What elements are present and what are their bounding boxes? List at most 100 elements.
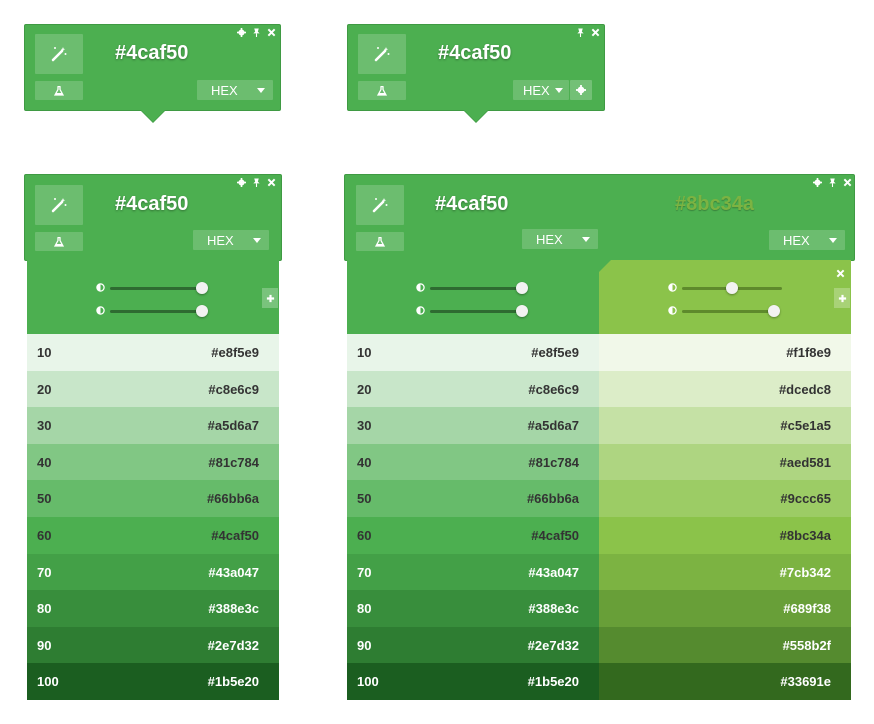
slider-track[interactable] — [430, 310, 522, 313]
secondary-format-dropdown[interactable]: HEX — [769, 230, 845, 250]
color-value-title[interactable]: #4caf50 — [438, 42, 511, 65]
shade-row[interactable]: 30 #a5d6a7 — [27, 407, 279, 445]
gear-icon[interactable] — [237, 178, 246, 187]
contrast-icon — [416, 283, 425, 292]
flask-button[interactable] — [358, 81, 406, 100]
shade-step-label: 60 — [357, 528, 372, 543]
shade-step-label: 20 — [357, 381, 372, 397]
shade-row[interactable]: 100 #1b5e20 — [347, 663, 599, 701]
slider-knob[interactable] — [726, 282, 738, 294]
shade-row[interactable]: 10 #e8f5e9 — [27, 334, 279, 371]
shade-hex-value: #dcedc8 — [778, 381, 831, 397]
shade-row[interactable]: #689f38 — [599, 590, 851, 628]
eyedropper-button[interactable] — [358, 34, 406, 74]
color-value-title[interactable]: #4caf50 — [115, 42, 188, 65]
magic-wand-icon — [372, 198, 388, 213]
shade-step-label: 10 — [357, 345, 372, 360]
shade-row[interactable]: 20 #c8e6c9 — [347, 370, 599, 408]
shade-row[interactable]: 90 #2e7d32 — [27, 626, 279, 664]
slider-knob[interactable] — [196, 305, 208, 317]
pin-icon[interactable] — [828, 178, 837, 187]
eyedropper-button[interactable] — [356, 185, 404, 225]
slider-track[interactable] — [110, 310, 202, 313]
eyedropper-button[interactable] — [35, 185, 83, 225]
close-icon[interactable] — [267, 28, 276, 37]
shade-row[interactable]: #9ccc65 — [599, 480, 851, 518]
window-controls — [813, 178, 852, 187]
chevron-down-icon — [582, 237, 590, 242]
format-dropdown[interactable]: HEX — [522, 229, 598, 249]
add-color-button[interactable] — [834, 288, 850, 308]
adjust-panel-primary — [347, 260, 599, 334]
shade-row[interactable]: 80 #388e3c — [347, 590, 599, 628]
shade-row[interactable]: 90 #2e7d32 — [347, 626, 599, 664]
secondary-color-title[interactable]: #8bc34a — [675, 193, 754, 216]
chevron-down-icon — [257, 88, 265, 93]
contrast-icon — [668, 283, 677, 292]
format-dropdown[interactable]: HEX — [197, 80, 273, 100]
shade-step-label: 10 — [37, 345, 52, 360]
shade-row[interactable]: #33691e — [599, 663, 851, 701]
slider-knob[interactable] — [516, 305, 528, 317]
slider-knob[interactable] — [768, 305, 780, 317]
shade-row[interactable]: 40 #81c784 — [347, 443, 599, 481]
shade-row[interactable]: 60 #4caf50 — [347, 517, 599, 554]
close-icon[interactable] — [591, 28, 600, 37]
shade-row[interactable]: 60 #4caf50 — [27, 517, 279, 554]
shade-step-label: 40 — [37, 454, 52, 470]
chevron-down-icon — [253, 238, 261, 243]
remove-color-button[interactable] — [836, 265, 845, 283]
format-dropdown[interactable]: HEX — [513, 80, 569, 100]
format-label: HEX — [536, 231, 563, 247]
shade-step-label: 30 — [357, 418, 372, 434]
pin-icon[interactable] — [576, 28, 585, 37]
shade-row[interactable]: 30 #a5d6a7 — [347, 407, 599, 445]
shade-hex-value: #388e3c — [528, 601, 579, 617]
slider-track[interactable] — [430, 287, 522, 290]
shade-row[interactable]: 20 #c8e6c9 — [27, 370, 279, 408]
slider-knob[interactable] — [196, 282, 208, 294]
shade-hex-value: #f1f8e9 — [786, 345, 831, 360]
contrast-icon — [96, 283, 105, 292]
close-icon[interactable] — [267, 178, 276, 187]
shade-row[interactable]: 50 #66bb6a — [347, 480, 599, 518]
add-color-button[interactable] — [262, 288, 278, 308]
shade-step-label: 80 — [37, 601, 52, 617]
color-value-title[interactable]: #4caf50 — [115, 193, 188, 216]
slider-knob[interactable] — [516, 282, 528, 294]
flask-button[interactable] — [356, 232, 404, 251]
shade-row[interactable]: 40 #81c784 — [27, 443, 279, 481]
shade-hex-value: #e8f5e9 — [531, 345, 579, 360]
slider-track[interactable] — [682, 310, 774, 313]
gear-icon[interactable] — [813, 178, 822, 187]
settings-button[interactable] — [570, 80, 592, 100]
shade-hex-value: #689f38 — [783, 601, 831, 617]
pin-icon[interactable] — [252, 178, 261, 187]
shade-row[interactable]: #558b2f — [599, 626, 851, 664]
slider-track[interactable] — [110, 287, 202, 290]
shade-hex-value: #1b5e20 — [527, 674, 579, 690]
shade-row[interactable]: 80 #388e3c — [27, 590, 279, 628]
shade-row[interactable]: 100 #1b5e20 — [27, 663, 279, 701]
shade-row[interactable]: #aed581 — [599, 443, 851, 481]
shade-hex-value: #c8e6c9 — [208, 381, 259, 397]
shade-row[interactable]: #dcedc8 — [599, 370, 851, 408]
eyedropper-button[interactable] — [35, 34, 83, 74]
shade-row[interactable]: 50 #66bb6a — [27, 480, 279, 518]
flask-button[interactable] — [35, 232, 83, 251]
color-value-title[interactable]: #4caf50 — [435, 193, 508, 216]
format-dropdown[interactable]: HEX — [193, 230, 269, 250]
shade-row[interactable]: #7cb342 — [599, 553, 851, 591]
shade-row[interactable]: 70 #43a047 — [27, 553, 279, 591]
shade-row[interactable]: #f1f8e9 — [599, 334, 851, 371]
gear-icon[interactable] — [237, 28, 246, 37]
flask-button[interactable] — [35, 81, 83, 100]
shade-row[interactable]: #8bc34a — [599, 517, 851, 554]
close-icon[interactable] — [843, 178, 852, 187]
shade-step-label: 50 — [37, 491, 52, 507]
shade-step-label: 90 — [357, 637, 372, 653]
shade-row[interactable]: 70 #43a047 — [347, 553, 599, 591]
pin-icon[interactable] — [252, 28, 261, 37]
shade-row[interactable]: 10 #e8f5e9 — [347, 334, 599, 371]
shade-row[interactable]: #c5e1a5 — [599, 407, 851, 445]
